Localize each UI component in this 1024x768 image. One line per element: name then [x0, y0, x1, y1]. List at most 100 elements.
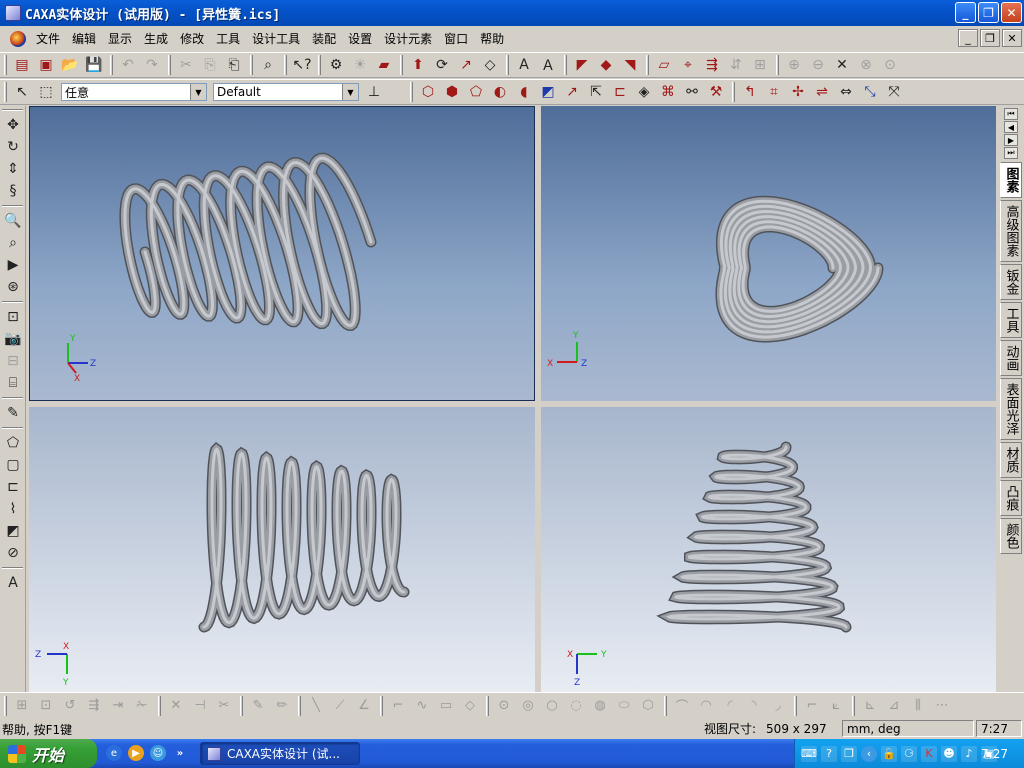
tray-lock-icon[interactable]: 🔒	[881, 745, 897, 762]
spring-model-top[interactable]: Y Z X	[541, 106, 996, 401]
sketch-pen-icon[interactable]: ✎	[247, 695, 269, 717]
face-offset-icon[interactable]: ⇶	[701, 54, 723, 76]
menu-display[interactable]: 显示	[102, 28, 138, 50]
boolean-options-icon[interactable]: ⊙	[879, 54, 901, 76]
tray-network-icon[interactable]: ⚆	[901, 745, 917, 762]
arc-3pt-icon[interactable]: ◠	[695, 695, 717, 717]
circle-2pt-icon[interactable]: ◎	[517, 695, 539, 717]
toolbar-grip[interactable]	[4, 695, 7, 716]
arc-end-icon[interactable]: ◞	[767, 695, 789, 717]
minimize-button[interactable]: _	[955, 2, 976, 23]
tangent-line-icon[interactable]: ⟋	[329, 695, 351, 717]
view-link-icon[interactable]: ⚯	[681, 81, 703, 103]
view-section-icon[interactable]: ⊏	[609, 81, 631, 103]
tab-sheet-metal[interactable]: 钣金	[1000, 264, 1022, 300]
camera-icon[interactable]: ▶	[0, 254, 26, 276]
view-zoom-icon[interactable]: ⇱	[585, 81, 607, 103]
loft-icon[interactable]: ◇	[479, 54, 501, 76]
revolve-icon[interactable]: ⟳	[431, 54, 453, 76]
doc-close-button[interactable]: ✕	[1002, 29, 1022, 47]
face-rotate-icon[interactable]: ⌖	[677, 54, 699, 76]
spring-model-side[interactable]: X Y Z	[541, 407, 996, 692]
triball-icon[interactable]: ✢	[787, 81, 809, 103]
open-folder-icon[interactable]: 📂	[59, 54, 81, 76]
spring-model-iso[interactable]: Y Z X	[30, 107, 535, 401]
chamfer-2d-icon[interactable]: ⟀	[825, 695, 847, 717]
toolbar-grip[interactable]	[4, 55, 7, 75]
render-icon[interactable]: ⚙	[325, 54, 347, 76]
spline-icon[interactable]: ∿	[411, 695, 433, 717]
sketch-offset-icon[interactable]: ⇶	[83, 695, 105, 717]
boolean-subtract-icon[interactable]: ⊖	[807, 54, 829, 76]
menu-generate[interactable]: 生成	[138, 28, 174, 50]
select-arrow-icon[interactable]: ↖	[11, 81, 33, 103]
render-view-icon[interactable]: ⊟	[0, 350, 26, 372]
extrude-icon[interactable]: ⬆	[407, 54, 429, 76]
cut-icon[interactable]: ✂	[175, 54, 197, 76]
help-tray-icon[interactable]: ?	[821, 745, 837, 762]
fit-view-icon[interactable]: ⊛	[0, 276, 26, 298]
text-icon[interactable]: A	[513, 54, 535, 76]
view-iso-icon[interactable]: ↗	[561, 81, 583, 103]
tab-advanced-primitives[interactable]: 高级图素	[1000, 200, 1022, 262]
line-icon[interactable]: ╲	[305, 695, 327, 717]
menu-modify[interactable]: 修改	[174, 28, 210, 50]
reset-icon[interactable]: ⤧	[883, 81, 905, 103]
polyline-icon[interactable]: ⌐	[387, 695, 409, 717]
anchor-icon[interactable]: ↰	[739, 81, 761, 103]
view-mirror-icon[interactable]: ⌘	[657, 81, 679, 103]
sketch-extend-icon[interactable]: ⊣	[189, 695, 211, 717]
pan-icon[interactable]: ✥	[0, 114, 26, 136]
circle-tan-icon[interactable]: ◌	[565, 695, 587, 717]
tab-colors[interactable]: 颜色	[1000, 518, 1022, 554]
ellipse-icon[interactable]: ⬭	[613, 695, 635, 717]
sketch-project-icon[interactable]: ⇥	[107, 695, 129, 717]
dimension-icon[interactable]: ⊾	[859, 695, 881, 717]
quick-launch-more[interactable]: »	[172, 745, 188, 761]
surface-icon[interactable]: ⌇	[0, 498, 26, 520]
style-dropdown[interactable]: Default ▼	[213, 83, 359, 101]
paste-icon[interactable]: ⎗	[223, 54, 245, 76]
view-right-icon[interactable]: ◩	[537, 81, 559, 103]
display-mode-icon[interactable]: ⌸	[0, 372, 26, 394]
taskbar-caxa-button[interactable]: CAXA实体设计 (试...	[200, 742, 360, 765]
find-icon[interactable]: ⌕	[257, 54, 279, 76]
arc-tan-icon[interactable]: ◜	[719, 695, 741, 717]
viewport-top[interactable]: Y Z X	[541, 106, 996, 401]
toolbar-grip[interactable]	[4, 82, 7, 102]
new-design-icon[interactable]: ▣	[35, 54, 57, 76]
menu-help[interactable]: 帮助	[474, 28, 510, 50]
sketch-rotate-icon[interactable]: ↺	[59, 695, 81, 717]
face-split-icon[interactable]: ⊞	[749, 54, 771, 76]
dynamic-rotate-icon[interactable]: §	[0, 180, 26, 202]
arc-center-icon[interactable]: ◝	[743, 695, 765, 717]
dimension-text-icon[interactable]: A	[0, 572, 26, 594]
chamfer-icon[interactable]: ◆	[595, 54, 617, 76]
document-icon[interactable]	[10, 31, 26, 47]
boolean-split-icon[interactable]: ⊗	[855, 54, 877, 76]
redo-icon[interactable]: ↷	[141, 54, 163, 76]
arc-icon[interactable]: ⌒	[671, 695, 693, 717]
sketch-tools-icon[interactable]: ✂	[213, 695, 235, 717]
sweep-icon[interactable]: ↗	[455, 54, 477, 76]
view-top-icon[interactable]: ⬠	[465, 81, 487, 103]
position-icon[interactable]: ⌗	[763, 81, 785, 103]
tab-embossing[interactable]: 凸痕	[1000, 480, 1022, 516]
tab-tools[interactable]: 工具	[1000, 302, 1022, 338]
doc-restore-button[interactable]: ❐	[980, 29, 1000, 47]
tray-volume-icon[interactable]: ♪	[961, 745, 977, 762]
tray-antivirus-icon[interactable]: K	[921, 745, 937, 762]
chevron-down-icon[interactable]: ▼	[190, 84, 206, 100]
orbit-icon[interactable]: ↻	[0, 136, 26, 158]
copy-icon[interactable]: ⎘	[199, 54, 221, 76]
nav-last-icon[interactable]: ⏭	[1004, 147, 1018, 159]
menu-design-tools[interactable]: 设计工具	[246, 28, 306, 50]
hexagon-icon[interactable]: ⬡	[637, 695, 659, 717]
constraint-icon[interactable]: ⊿	[883, 695, 905, 717]
menu-assembly[interactable]: 装配	[306, 28, 342, 50]
zoom-window-icon[interactable]: ⌕	[0, 232, 26, 254]
ie-icon[interactable]: e	[106, 745, 122, 761]
view-tools-icon[interactable]: ⚒	[705, 81, 727, 103]
circle-center-icon[interactable]: ⊙	[493, 695, 515, 717]
restore-button[interactable]: ❐	[978, 2, 999, 23]
